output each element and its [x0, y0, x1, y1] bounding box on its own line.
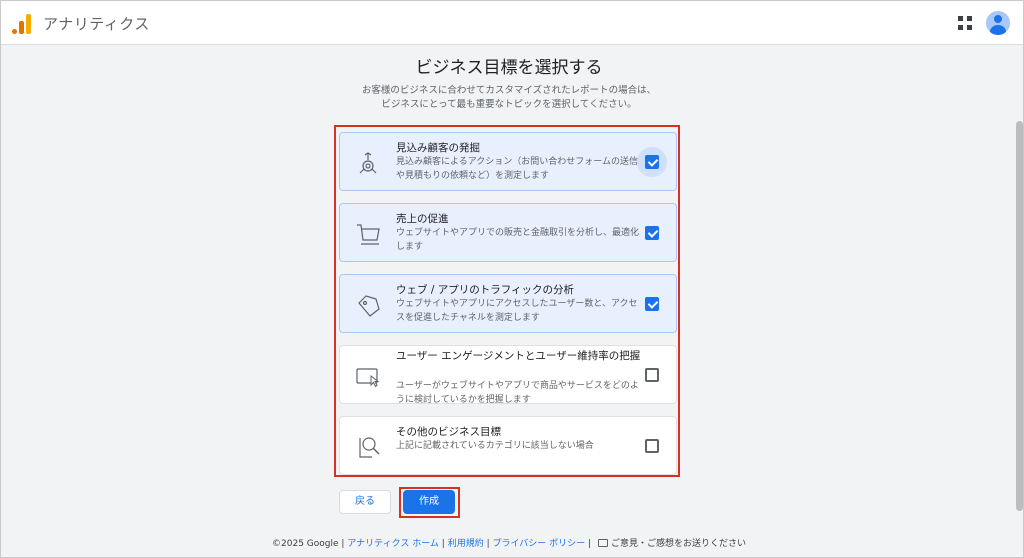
- option-title: 見込み顧客の発掘: [396, 142, 480, 154]
- account-avatar-icon[interactable]: [986, 11, 1010, 35]
- shopping-cart-icon: [357, 224, 380, 245]
- footer-separator: |: [585, 539, 594, 549]
- grid-apps-icon[interactable]: [958, 16, 972, 30]
- option-checkbox[interactable]: [645, 297, 659, 311]
- target-lead-icon: [359, 152, 377, 174]
- footer-link-terms[interactable]: 利用規約: [448, 539, 484, 549]
- option-checkbox[interactable]: [645, 155, 659, 169]
- option-title: ユーザー エンゲージメントとユーザー維持率の把握: [396, 350, 641, 362]
- copyright-text: ©2025 Google: [272, 539, 339, 549]
- option-description: ウェブサイトやアプリでの販売と金融取引を分析し、最適化します: [396, 228, 640, 252]
- footer-separator: |: [338, 539, 348, 549]
- page-footer: ©2025 Google | アナリティクス ホーム | 利用規約 | プライバ…: [1, 536, 1017, 549]
- option-title: ウェブ / アプリのトラフィックの分析: [396, 284, 575, 296]
- option-description: ユーザーがウェブサイトやアプリで商品やサービスをどのように検討しているかを把握し…: [396, 381, 639, 405]
- feedback-icon[interactable]: [597, 539, 608, 547]
- screen-cursor-icon: [356, 368, 380, 388]
- option-user-engagement[interactable]: ユーザー エンゲージメントとユーザー維持率の把握 ユーザーがウェブサイトやアプリ…: [339, 345, 677, 405]
- option-description: 見込み顧客によるアクション（お問い合わせフォームの送信や見積もりの依頼など）を測…: [396, 157, 639, 181]
- description-line-1: お客様のビジネスに合わせてカスタマイズされたレポートの場合は、: [361, 85, 657, 96]
- page-description: お客様のビジネスに合わせてカスタマイズされたレポートの場合は、 ビジネスにとって…: [1, 84, 1017, 112]
- option-lead-generation[interactable]: 見込み顧客の発掘 見込み顧客によるアクション（お問い合わせフォームの送信や見積も…: [339, 132, 677, 191]
- description-line-2: ビジネスにとって最も重要なトピックを選択してください。: [381, 99, 637, 110]
- option-description: ウェブサイトやアプリにアクセスしたユーザー数と、アクセスを促進したチャネルを測定…: [396, 299, 638, 323]
- footer-separator: |: [438, 539, 448, 549]
- option-title: その他のビジネス目標: [396, 426, 501, 438]
- option-traffic-analysis[interactable]: ウェブ / アプリのトラフィックの分析 ウェブサイトやアプリにアクセスしたユーザ…: [339, 274, 677, 333]
- option-drive-sales[interactable]: 売上の促進 ウェブサイトやアプリでの販売と金融取引を分析し、最適化します: [339, 203, 677, 262]
- option-other-goals[interactable]: その他のビジネス目標 上記に記載されているカテゴリに該当しない場合: [339, 416, 677, 475]
- option-checkbox[interactable]: [645, 439, 659, 453]
- option-description: 上記に記載されているカテゴリに該当しない場合: [396, 441, 594, 451]
- page-title: ビジネス目標を選択する: [415, 58, 603, 78]
- footer-link-privacy[interactable]: プライバシー ポリシー: [492, 539, 585, 549]
- option-checkbox[interactable]: [645, 368, 659, 382]
- magnifier-document-icon: [359, 437, 380, 458]
- feedback-link[interactable]: ご意見・ご感想をお送りください: [611, 539, 746, 549]
- top-app-bar: アナリティクス: [1, 1, 1023, 45]
- tag-icon: [358, 295, 380, 317]
- page-scrollbar[interactable]: [1016, 121, 1023, 511]
- create-button[interactable]: 作成: [403, 490, 455, 514]
- footer-link-home[interactable]: アナリティクス ホーム: [347, 539, 439, 549]
- option-checkbox[interactable]: [645, 226, 659, 240]
- option-title: 売上の促進: [396, 213, 449, 225]
- analytics-logo-icon[interactable]: [12, 12, 32, 34]
- app-title: アナリティクス: [43, 15, 150, 33]
- back-button[interactable]: 戻る: [339, 490, 391, 514]
